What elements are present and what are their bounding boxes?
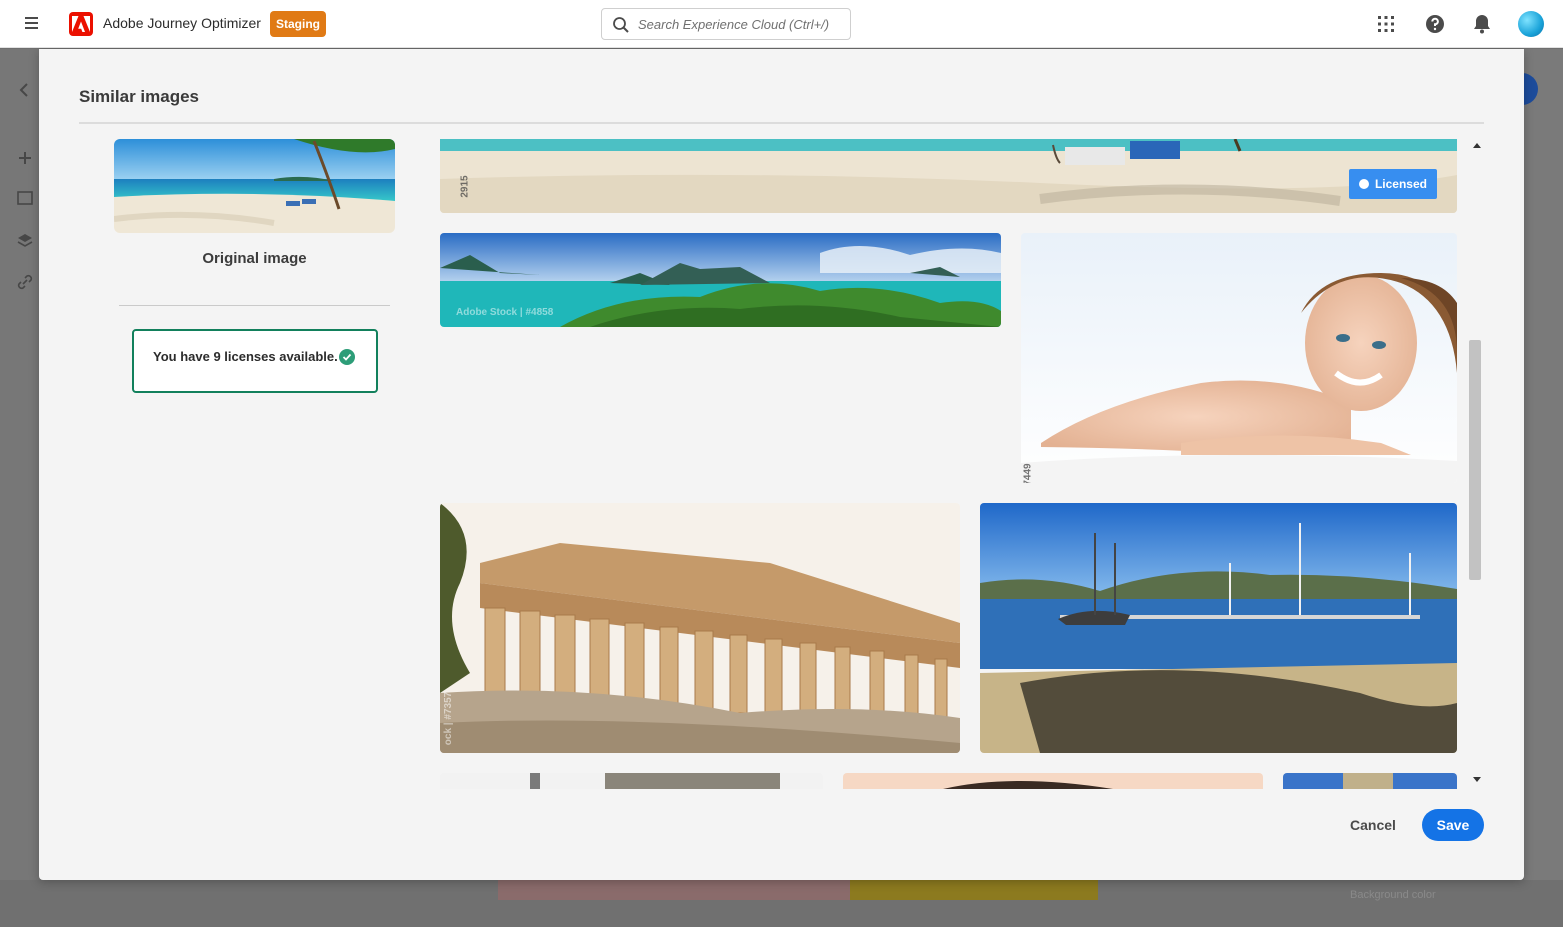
result-image-beach-panorama[interactable]: 2915 Licensed: [440, 139, 1457, 213]
similar-images-dialog: Similar images Original image You have 9…: [39, 49, 1524, 880]
cancel-button[interactable]: Cancel: [1335, 809, 1411, 841]
link-icon: [17, 274, 33, 290]
result-image-tropical-islands[interactable]: Adobe Stock | #4858: [440, 233, 1001, 327]
licensed-badge: Licensed: [1348, 169, 1437, 199]
left-divider: [119, 305, 390, 306]
add-icon: [19, 152, 31, 164]
dialog-title: Similar images: [79, 87, 200, 106]
watermark-text: ock | #7357: [443, 691, 455, 746]
licensed-badge-label: Licensed: [1374, 177, 1427, 191]
watermark-text: 7449: [1022, 463, 1034, 483]
shell-header: Adobe Journey Optimizer Staging: [0, 0, 1563, 48]
notifications-icon[interactable]: [1470, 12, 1494, 36]
original-image-panel: Original image You have 9 licenses avail…: [114, 139, 395, 393]
scroll-down-arrow-icon[interactable]: [1473, 777, 1481, 782]
background-color-label: Background color: [1350, 889, 1436, 901]
similar-images-grid: 2915 Licensed Adobe Stock | #4858 7449 o…: [440, 139, 1457, 789]
scrollbar-thumb[interactable]: [1469, 340, 1481, 580]
result-image-partial-1[interactable]: [440, 773, 823, 789]
dialog-divider: [79, 122, 1484, 124]
app-name[interactable]: Adobe Journey Optimizer: [103, 15, 261, 31]
result-image-woman-spa[interactable]: 7449: [1021, 233, 1457, 483]
background-left-rail: [0, 49, 40, 927]
search-input[interactable]: [638, 9, 843, 39]
licensed-check-icon: [1358, 179, 1369, 189]
result-image-partial-2[interactable]: [843, 773, 1263, 789]
license-notice-text: You have 9 licenses available.: [153, 349, 338, 364]
watermark-text: 2915: [459, 175, 471, 198]
menu-icon[interactable]: [22, 14, 42, 34]
result-image-parthenon[interactable]: ock | #7357: [440, 503, 960, 753]
components-icon: [17, 191, 33, 205]
result-image-harbor-boats[interactable]: [980, 503, 1457, 753]
search-icon: [613, 17, 629, 33]
back-chevron-icon: [19, 83, 28, 97]
background-canvas-strip-yellow: [850, 880, 1098, 900]
apps-grid-icon[interactable]: [1374, 12, 1398, 36]
adobe-logo: [69, 12, 93, 36]
checkmark-circle-icon: [339, 349, 355, 365]
scroll-up-arrow-icon[interactable]: [1473, 143, 1481, 148]
user-avatar[interactable]: [1518, 11, 1544, 37]
search-field[interactable]: [601, 8, 851, 40]
environment-badge: Staging: [270, 11, 326, 37]
save-button[interactable]: Save: [1422, 809, 1484, 841]
watermark-text: Adobe Stock | #4858: [456, 307, 554, 318]
original-image-thumbnail: [114, 139, 395, 233]
help-icon[interactable]: [1423, 12, 1447, 36]
license-notice: You have 9 licenses available.: [132, 329, 378, 393]
layers-icon: [17, 234, 33, 247]
results-scrollbar[interactable]: [1469, 139, 1485, 789]
result-image-partial-3[interactable]: [1283, 773, 1457, 789]
original-image-label: Original image: [202, 250, 307, 267]
background-right-panel: [1524, 49, 1563, 927]
